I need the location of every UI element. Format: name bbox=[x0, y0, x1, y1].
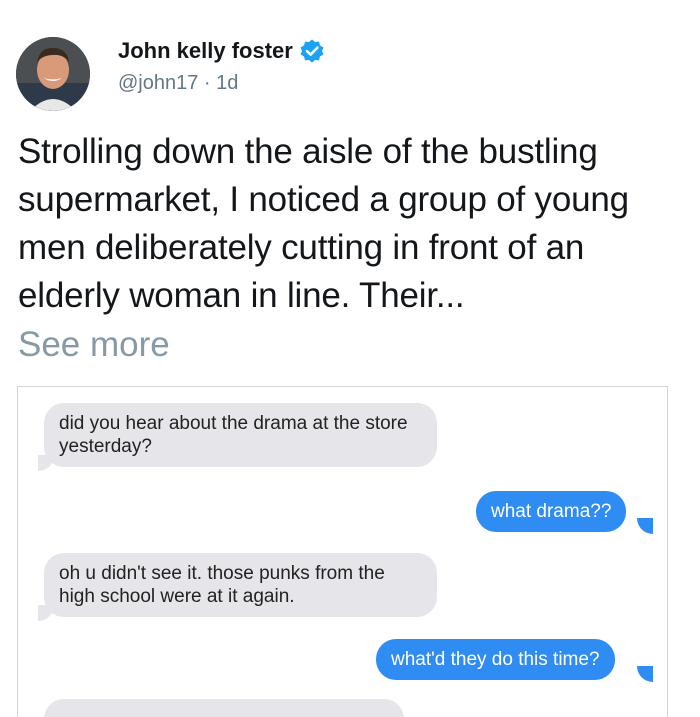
author-handle[interactable]: @john17 bbox=[118, 72, 198, 94]
bubble-tail bbox=[637, 666, 653, 682]
author-name-row[interactable]: John kelly foster bbox=[118, 38, 325, 64]
bubble-tail bbox=[637, 518, 653, 534]
meta-separator: · bbox=[198, 72, 217, 94]
tweet-text: Strolling down the aisle of the bustling… bbox=[18, 132, 629, 315]
avatar-photo bbox=[16, 37, 90, 111]
see-more-link[interactable]: See more bbox=[18, 325, 170, 365]
incoming-message: oh u didn't see it. those punks from the… bbox=[44, 553, 437, 617]
avatar[interactable] bbox=[16, 37, 90, 111]
handle-line: @john17 · 1d bbox=[118, 72, 238, 95]
chat-screenshot-card[interactable]: did you hear about the drama at the stor… bbox=[17, 386, 668, 717]
bubble-tail bbox=[38, 455, 54, 471]
bubble-tail bbox=[38, 605, 54, 621]
outgoing-message: what drama?? bbox=[476, 491, 627, 532]
incoming-message: did you hear about the drama at the stor… bbox=[44, 403, 437, 467]
incoming-message-partial bbox=[44, 699, 404, 717]
tweet-timestamp[interactable]: 1d bbox=[216, 72, 238, 94]
verified-badge-icon bbox=[299, 38, 325, 64]
outgoing-message: what'd they do this time? bbox=[376, 639, 615, 680]
author-name[interactable]: John kelly foster bbox=[118, 38, 293, 64]
